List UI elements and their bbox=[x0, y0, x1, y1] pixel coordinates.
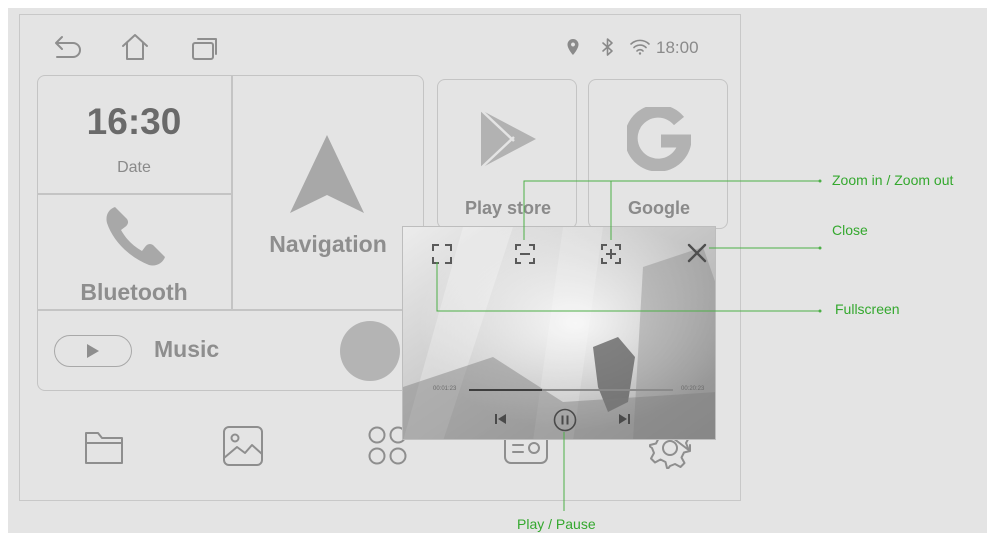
google-tile[interactable]: Google bbox=[588, 79, 728, 229]
play-icon bbox=[87, 344, 99, 358]
floating-video-window[interactable]: 00:01:23 00:20:23 bbox=[402, 226, 716, 440]
clock-time: 16:30 bbox=[86, 101, 182, 142]
music-play-button[interactable] bbox=[54, 335, 132, 367]
zoom-in-icon[interactable] bbox=[600, 243, 622, 265]
annotation-play-pause: Play / Pause bbox=[517, 516, 596, 532]
annotation-fullscreen: Fullscreen bbox=[835, 301, 900, 317]
navigation-arrow-icon bbox=[284, 131, 370, 217]
zoom-out-icon[interactable] bbox=[514, 243, 536, 265]
annotation-zoom: Zoom in / Zoom out bbox=[832, 172, 954, 188]
close-icon[interactable] bbox=[686, 242, 708, 264]
recent-apps-icon[interactable] bbox=[190, 35, 220, 61]
google-label: Google bbox=[628, 198, 690, 218]
clock-date: Date bbox=[117, 159, 151, 176]
status-time: 18:00 bbox=[656, 38, 699, 57]
annotation-close: Close bbox=[832, 222, 868, 238]
album-art bbox=[340, 321, 400, 381]
navigation-widget[interactable]: Navigation bbox=[232, 77, 424, 309]
music-label: Music bbox=[154, 336, 220, 362]
play-store-icon bbox=[478, 108, 538, 170]
play-store-tile[interactable]: Play store bbox=[437, 79, 577, 229]
folder-icon[interactable] bbox=[82, 427, 126, 467]
phone-icon bbox=[101, 201, 171, 271]
play-store-label: Play store bbox=[464, 198, 552, 218]
google-icon bbox=[627, 107, 691, 171]
back-icon[interactable] bbox=[53, 34, 85, 60]
next-track-icon[interactable] bbox=[618, 414, 630, 424]
bluetooth-widget[interactable]: Bluetooth bbox=[37, 195, 231, 309]
navigation-label: Navigation bbox=[269, 231, 387, 257]
home-icon[interactable] bbox=[120, 32, 150, 62]
elapsed-time: 00:01:23 bbox=[433, 386, 457, 392]
clock-widget[interactable]: 16:30 Date bbox=[37, 77, 231, 193]
gallery-icon[interactable] bbox=[220, 423, 266, 469]
wifi-icon bbox=[629, 38, 651, 56]
total-time: 00:20:23 bbox=[681, 386, 705, 392]
bluetooth-label: Bluetooth bbox=[80, 279, 188, 305]
play-pause-button[interactable] bbox=[553, 408, 577, 432]
seek-bar-progress bbox=[469, 389, 543, 391]
location-icon bbox=[566, 38, 580, 56]
previous-track-icon[interactable] bbox=[495, 414, 507, 424]
music-widget[interactable]: Music bbox=[37, 311, 424, 391]
fullscreen-icon[interactable] bbox=[431, 243, 453, 265]
seek-bar[interactable] bbox=[469, 389, 673, 391]
bluetooth-status-icon bbox=[601, 37, 615, 57]
